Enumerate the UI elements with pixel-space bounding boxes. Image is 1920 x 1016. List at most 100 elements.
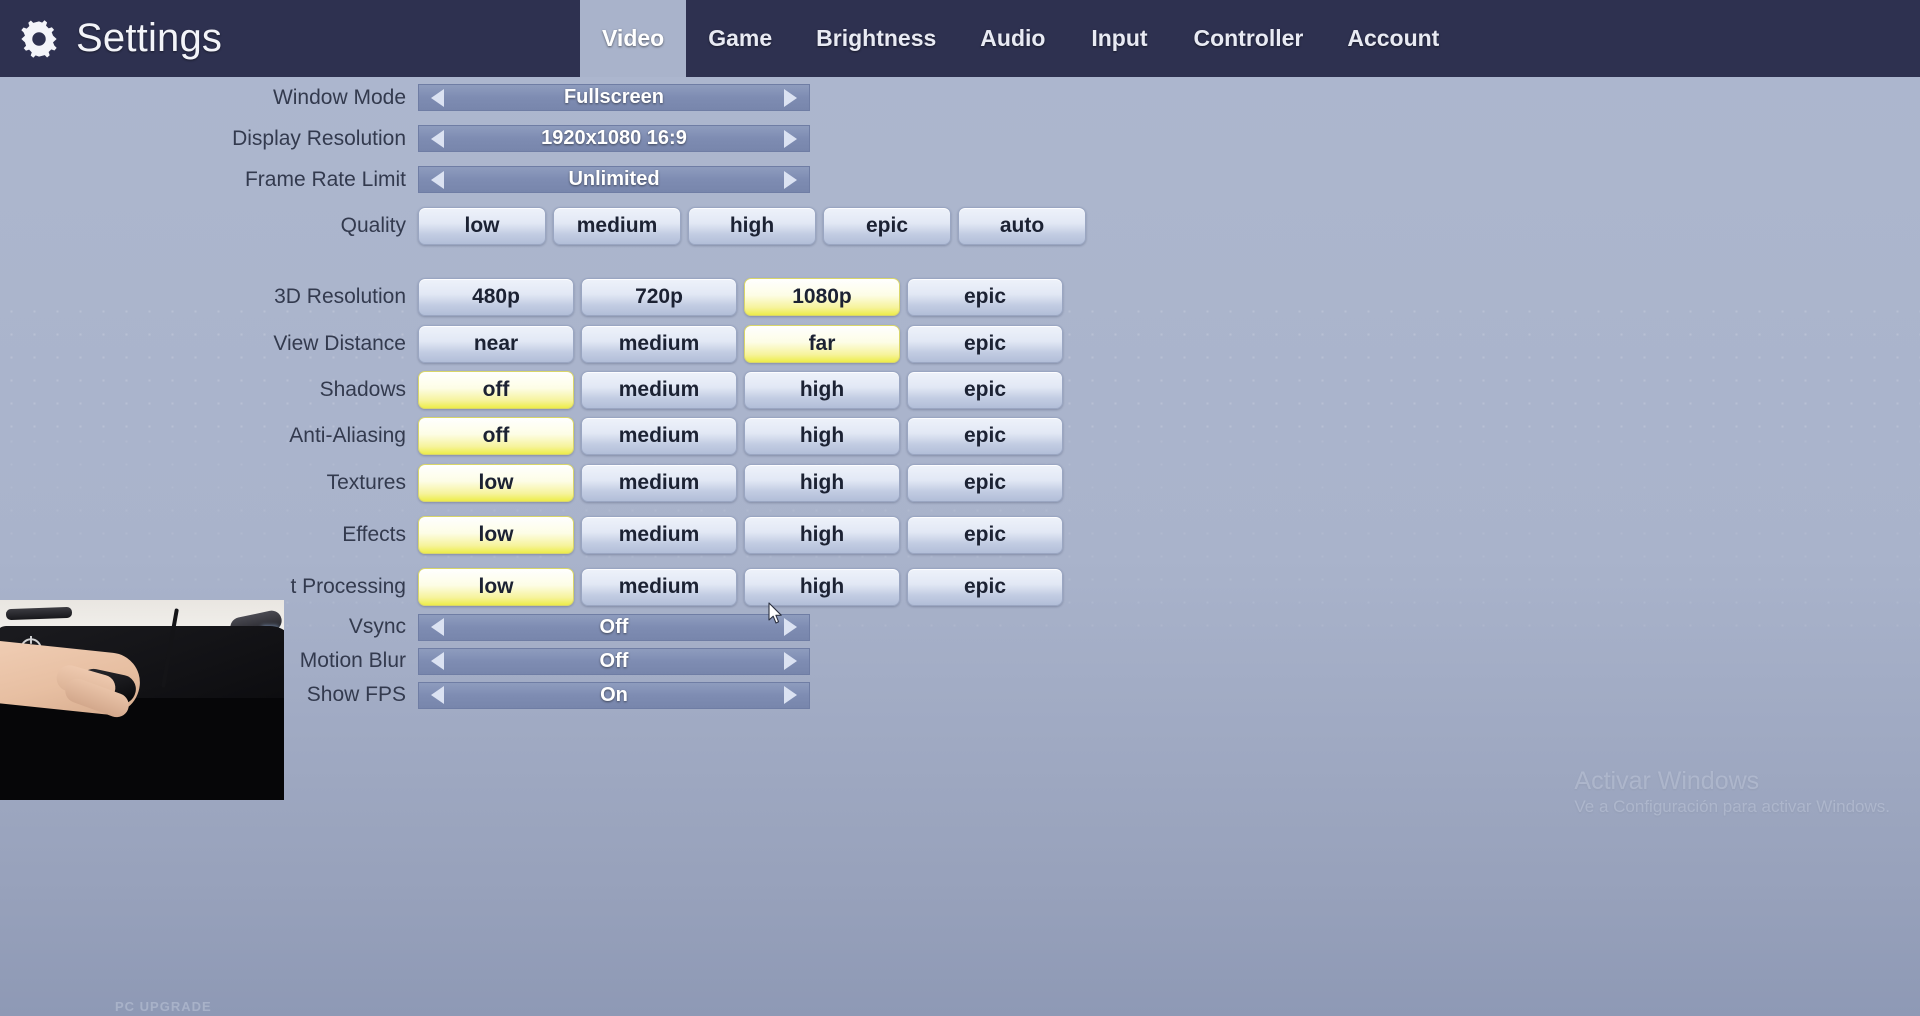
label-3d-resolution: 3D Resolution [274,284,406,308]
option-textures-high[interactable]: high [744,463,900,502]
row-3d-resolution: 3D Resolution 480p 720p 1080p epic [0,273,1920,320]
value-display-resolution: 1920x1080 16:9 [541,127,687,149]
webcam-mousepad-lower [0,698,284,800]
option-post-processing-epic[interactable]: epic [907,567,1063,606]
tab-game[interactable]: Game [686,0,794,77]
row-shadows: Shadows off medium high epic [0,367,1920,412]
option-group-3d-resolution: 480p 720p 1080p epic [418,277,1063,316]
tab-controller[interactable]: Controller [1171,0,1325,77]
option-group-post-processing: low medium high epic [418,567,1063,606]
option-textures-epic[interactable]: epic [907,463,1063,502]
row-post-processing: t Processing low medium high epic [0,563,1920,610]
caret-right-icon[interactable] [784,129,797,148]
selector-vsync[interactable]: Off [418,613,810,641]
option-textures-low[interactable]: low [418,463,574,502]
selector-window-mode[interactable]: Fullscreen [418,84,810,111]
caret-right-icon[interactable] [784,652,797,670]
option-quality-medium[interactable]: medium [553,207,681,245]
option-quality-auto[interactable]: auto [958,207,1086,245]
label-view-distance: View Distance [273,331,406,355]
value-vsync: Off [599,615,629,638]
label-effects: Effects [342,522,406,546]
settings-header: Settings Video Game Brightness Audio Inp… [0,0,1920,77]
label-textures: Textures [326,470,406,494]
tab-brightness[interactable]: Brightness [794,0,958,77]
option-quality-low[interactable]: low [418,207,546,245]
option-anti-aliasing-off[interactable]: off [418,416,574,455]
webcam-overlay [0,600,284,800]
label-shadows: Shadows [319,377,406,401]
row-anti-aliasing: Anti-Aliasing off medium high epic [0,412,1920,459]
label-anti-aliasing: Anti-Aliasing [289,423,406,447]
option-textures-medium[interactable]: medium [581,463,737,502]
option-3d-resolution-epic[interactable]: epic [907,277,1063,316]
brand: Settings [0,0,580,77]
row-textures: Textures low medium high epic [0,459,1920,506]
tab-account[interactable]: Account [1325,0,1461,77]
tab-bar: Video Game Brightness Audio Input Contro… [580,0,1461,77]
selector-show-fps[interactable]: On [418,681,810,709]
option-group-anti-aliasing: off medium high epic [418,416,1063,455]
option-shadows-medium[interactable]: medium [581,370,737,409]
option-view-distance-epic[interactable]: epic [907,324,1063,363]
page-title: Settings [76,16,223,60]
value-frame-rate-limit: Unlimited [568,168,660,190]
option-3d-resolution-480p[interactable]: 480p [418,277,574,316]
tab-video[interactable]: Video [580,0,687,77]
selector-frame-rate-limit[interactable]: Unlimited [418,166,810,193]
option-3d-resolution-720p[interactable]: 720p [581,277,737,316]
option-effects-medium[interactable]: medium [581,515,737,554]
option-view-distance-medium[interactable]: medium [581,324,737,363]
option-post-processing-low[interactable]: low [418,567,574,606]
option-anti-aliasing-epic[interactable]: epic [907,416,1063,455]
option-3d-resolution-1080p[interactable]: 1080p [744,277,900,316]
option-anti-aliasing-medium[interactable]: medium [581,416,737,455]
option-quality-high[interactable]: high [688,207,816,245]
label-quality: Quality [340,214,406,237]
caret-left-icon[interactable] [431,129,444,148]
option-shadows-epic[interactable]: epic [907,370,1063,409]
value-show-fps: On [600,683,628,706]
settings-screen: Settings Video Game Brightness Audio Inp… [0,0,1920,1016]
value-window-mode: Fullscreen [563,86,665,108]
tab-audio[interactable]: Audio [958,0,1067,77]
option-group-view-distance: near medium far epic [418,324,1063,363]
watermark-title: Activar Windows [1574,767,1760,795]
label-frame-rate-limit: Frame Rate Limit [244,167,406,191]
row-show-fps: Show FPS On [0,678,1920,712]
value-motion-blur: Off [599,649,629,672]
caret-right-icon[interactable] [784,170,797,189]
option-group-effects: low medium high epic [418,515,1063,554]
selector-motion-blur[interactable]: Off [418,647,810,675]
option-shadows-high[interactable]: high [744,370,900,409]
selector-display-resolution[interactable]: 1920x1080 16:9 [418,125,810,152]
option-effects-low[interactable]: low [418,515,574,554]
caret-left-icon[interactable] [431,686,444,704]
caret-left-icon[interactable] [431,652,444,670]
caret-right-icon[interactable] [784,88,797,107]
row-display-resolution: Display Resolution 1920x1080 16:9 [0,118,1920,159]
option-effects-high[interactable]: high [744,515,900,554]
gear-icon [21,19,57,58]
row-motion-blur: Motion Blur Off [0,644,1920,678]
row-quality: Quality low medium high epic auto [0,200,1920,252]
label-post-processing: t Processing [290,574,406,598]
caret-right-icon[interactable] [784,686,797,704]
row-frame-rate-limit: Frame Rate Limit Unlimited [0,159,1920,200]
option-effects-epic[interactable]: epic [907,515,1063,554]
webcam-pen [5,606,73,621]
option-anti-aliasing-high[interactable]: high [744,416,900,455]
windows-activation-watermark: Activar Windows Ve a Configuración para … [1574,766,1890,818]
tab-input[interactable]: Input [1067,0,1171,77]
caret-left-icon[interactable] [431,170,444,189]
watermark-subtitle: Ve a Configuración para activar Windows. [1574,797,1890,816]
caret-right-icon[interactable] [784,618,797,636]
option-quality-epic[interactable]: epic [823,207,951,245]
option-view-distance-near[interactable]: near [418,324,574,363]
option-post-processing-high[interactable]: high [744,567,900,606]
option-shadows-off[interactable]: off [418,370,574,409]
option-view-distance-far[interactable]: far [744,324,900,363]
caret-left-icon[interactable] [431,618,444,636]
caret-left-icon[interactable] [431,88,444,107]
option-post-processing-medium[interactable]: medium [581,567,737,606]
